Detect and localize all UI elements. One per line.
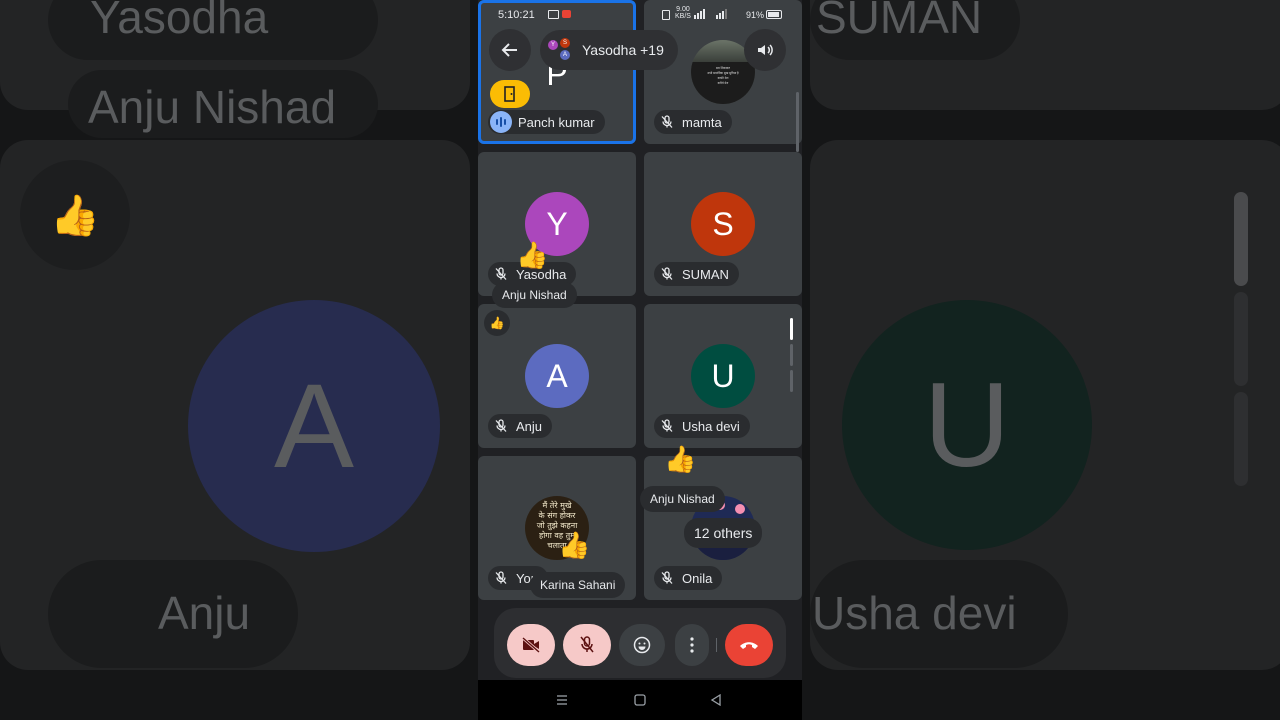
avatar-initial: S <box>712 205 734 242</box>
net-speed-unit: KB/S <box>675 13 691 20</box>
mic-toggle-button[interactable] <box>563 624 611 666</box>
audio-output-button[interactable] <box>744 29 786 71</box>
mini-avatar: A <box>560 50 570 60</box>
speaker-icon <box>758 44 773 56</box>
page-indicator <box>790 370 793 392</box>
home-icon[interactable] <box>634 694 646 706</box>
back-button[interactable] <box>489 29 531 71</box>
reaction-sender-label: Anju Nishad <box>492 282 577 308</box>
name-label: mamta <box>654 110 732 134</box>
arrow-back-icon <box>501 43 517 57</box>
avatar-initial: U <box>711 357 735 394</box>
mini-avatar-cluster: Y S A <box>544 34 576 66</box>
call-end-icon <box>740 642 758 649</box>
more-vert-icon <box>690 637 694 653</box>
thumbs-up-icon: 👍 <box>484 310 510 336</box>
participant-name: Usha devi <box>682 418 740 434</box>
participant-tile-yasodha[interactable]: Y Yasodha <box>478 152 636 296</box>
name-label: Onila <box>654 566 723 590</box>
bg-text-suman: SUMAN <box>816 0 983 43</box>
mic-off-icon <box>492 569 510 587</box>
participant-name: mamta <box>682 114 722 130</box>
call-controls <box>494 608 786 678</box>
bg-avatar-a: A <box>188 300 440 552</box>
record-status-icon <box>562 10 571 18</box>
vibrate-icon <box>662 10 670 20</box>
reactions-button[interactable] <box>619 624 665 666</box>
grid-scrollbar[interactable] <box>796 92 799 152</box>
participant-name: Anju <box>516 418 543 434</box>
thumbs-up-reaction-icon: 👍 <box>516 240 549 270</box>
mic-off-icon <box>492 265 510 283</box>
emoji-icon <box>633 636 651 654</box>
name-label: Anju <box>488 414 553 438</box>
photo-text: के संग होकर <box>538 511 576 520</box>
recents-icon[interactable] <box>556 694 568 706</box>
bg-text-anju: Anju <box>158 587 251 639</box>
controls-divider <box>716 638 717 652</box>
back-nav-icon[interactable] <box>710 694 722 706</box>
participant-name: Onila <box>682 570 713 586</box>
door-icon <box>504 86 515 102</box>
bg-thumbs-up-icon: 👍 <box>20 160 130 270</box>
camera-off-icon <box>522 637 540 653</box>
avatar-initial: Y <box>546 205 568 242</box>
phone-screen: P Panch kumar सब शिकायत सभी समाजिक सुख स… <box>478 0 802 720</box>
avatar: S <box>691 192 755 256</box>
name-label: Usha devi <box>654 414 750 438</box>
participant-tile-usha-devi[interactable]: U Usha devi <box>644 304 802 448</box>
system-nav-bar <box>478 680 802 720</box>
net-speed: 9.00 KB/S <box>675 6 691 20</box>
mic-off-icon <box>658 569 676 587</box>
mini-avatar: Y <box>548 40 558 50</box>
participants-chip-label: Yasodha +19 <box>582 42 664 58</box>
camera-toggle-button[interactable] <box>507 624 555 666</box>
bg-scroll-indicator-3 <box>1234 392 1248 486</box>
others-reacted-chip: 12 others <box>684 518 763 548</box>
hand-raise-badge <box>490 80 530 108</box>
avatar: A <box>525 344 589 408</box>
speaking-indicator-icon <box>490 111 512 133</box>
avatar-initial: A <box>546 357 568 394</box>
name-label: Panch kumar <box>488 110 605 134</box>
mic-off-icon <box>658 417 676 435</box>
more-options-button[interactable] <box>675 624 709 666</box>
bg-avatar-u: U <box>842 300 1092 550</box>
mic-off-icon <box>580 636 594 653</box>
photo-text: मैं तेरे मुखे <box>542 501 572 510</box>
page-indicator <box>790 344 793 366</box>
participant-tile-anju[interactable]: 👍 A Anju <box>478 304 636 448</box>
mic-off-icon <box>658 265 676 283</box>
avatar: U <box>691 344 755 408</box>
bg-text-usha-devi: Usha devi <box>812 587 1017 639</box>
participant-name: SUMAN <box>682 266 729 282</box>
battery-icon <box>766 10 782 19</box>
reaction-sender-label: Anju Nishad <box>640 486 725 512</box>
bg-scroll-indicator <box>1234 192 1248 286</box>
name-label: SUMAN <box>654 262 739 286</box>
participants-chip[interactable]: Y S A Yasodha +19 <box>540 30 678 70</box>
page-indicator-active <box>790 318 793 340</box>
thumbs-up-reaction-icon: 👍 <box>558 530 591 560</box>
mini-avatar: S <box>560 38 570 48</box>
status-bar: 5:10:21 9.00 KB/S 91% <box>478 0 802 28</box>
bg-text-yasodha: Yasodha <box>90 0 269 43</box>
status-time: 5:10:21 <box>498 9 535 21</box>
signal-icon <box>694 9 727 19</box>
participant-tile-suman[interactable]: S SUMAN <box>644 152 802 296</box>
battery-percent: 91% <box>746 10 765 20</box>
mic-off-icon <box>658 113 676 131</box>
net-speed-value: 9.00 <box>676 6 690 13</box>
end-call-button[interactable] <box>725 624 773 666</box>
bg-text-anju-nishad: Anju Nishad <box>88 81 337 133</box>
photo-text: करिये मेरा <box>717 81 729 85</box>
reaction-sender-label: Karina Sahani <box>530 572 626 598</box>
camera-status-icon <box>548 10 559 19</box>
bg-scroll-indicator-2 <box>1234 292 1248 386</box>
mic-off-icon <box>492 417 510 435</box>
participant-name: Panch kumar <box>518 114 595 130</box>
thumbs-up-reaction-icon: 👍 <box>664 444 697 474</box>
